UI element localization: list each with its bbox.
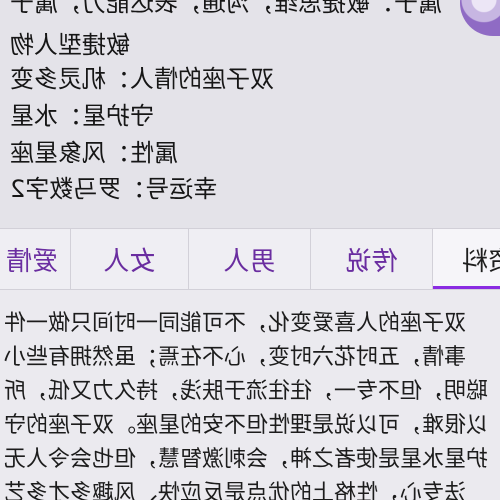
description-line: 聪明，但不专一，往往流于肤浅，持久力又低，所 [4, 379, 489, 404]
description-line: 护星水星是使者之神，会刺激智慧，但也会令人无 [4, 447, 489, 472]
description-line: 以很难，可以说是理性但不安的星座。双子座的守 [4, 413, 489, 438]
profile-line-type: 敏捷型人物 [10, 31, 130, 59]
profile-section: 属于：敏捷思维，沟通，表达能力，属于 敏捷型人物 双子座的情人：机灵多变 守护星… [0, 0, 500, 228]
active-tab-indicator [433, 286, 500, 289]
zodiac-avatar [460, 0, 500, 36]
tab-profile[interactable]: 资料 [432, 229, 500, 289]
profile-line-element: 属性：风象星座 [10, 139, 178, 167]
tab-profile-label: 资料 [461, 246, 500, 277]
tab-women[interactable]: 女人 [70, 229, 188, 289]
description-line: 事情，五时花六时变，心不在焉；虽然拥有些小 [4, 345, 467, 370]
tab-women-label: 女人 [103, 246, 156, 277]
description-line: 法专心，性格上的优点是反应快、风趣多才多艺 [4, 481, 467, 500]
tab-love[interactable]: 爱情 [0, 229, 70, 289]
profile-line-traits: 属于：敏捷思维，沟通，表达能力，属于 [10, 0, 442, 17]
description-line: 双子座的人喜爱变化，不可能同一时间只做一件 [4, 311, 467, 336]
tab-legend-label: 传说 [345, 246, 398, 277]
description-panel: 双子座的人喜爱变化，不可能同一时间只做一件 事情，五时花六时变，心不在焉；虽然拥… [0, 290, 500, 500]
profile-line-lover: 双子座的情人：机灵多变 [10, 65, 274, 93]
tab-bar: 资料 传说 男人 女人 爱情 [0, 228, 500, 290]
tab-men-label: 男人 [223, 246, 276, 277]
tab-love-label: 爱情 [5, 246, 58, 277]
tab-men[interactable]: 男人 [188, 229, 310, 289]
mirrored-screen: 属于：敏捷思维，沟通，表达能力，属于 敏捷型人物 双子座的情人：机灵多变 守护星… [0, 0, 500, 500]
profile-line-lucky-number: 幸运号：罗马数字2 [10, 175, 218, 203]
profile-line-guardian-star: 守护星：水星 [10, 102, 154, 130]
tab-legend[interactable]: 传说 [310, 229, 432, 289]
